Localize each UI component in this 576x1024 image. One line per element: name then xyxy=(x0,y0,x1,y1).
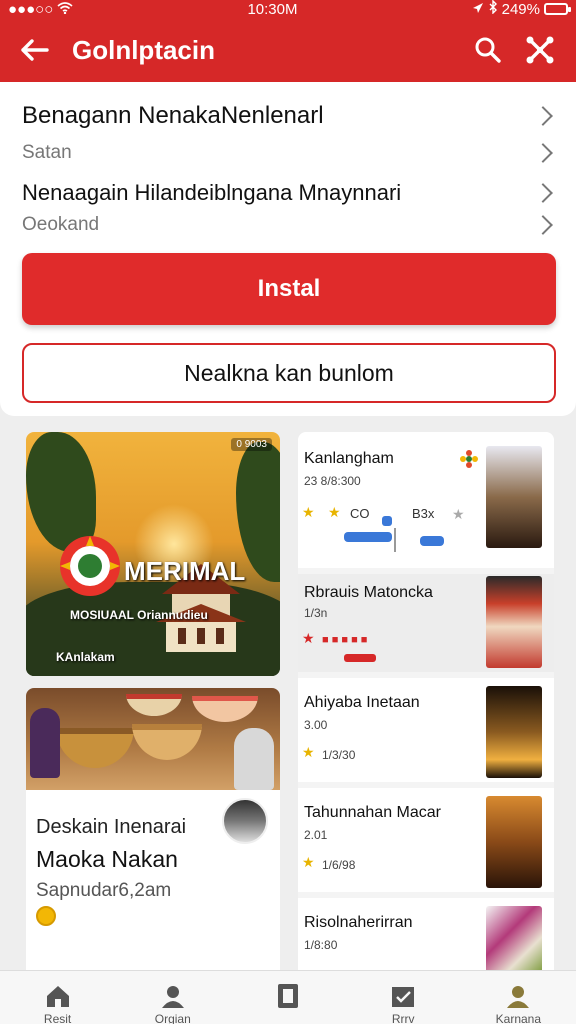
tag-chip xyxy=(344,532,392,542)
food-card-heading: Maoka Nakan xyxy=(36,846,178,872)
list-item-meta: 3.00 xyxy=(304,718,328,732)
share-network-icon xyxy=(526,36,554,64)
info-row-subtitle: Satan xyxy=(22,142,72,163)
nav-profile[interactable]: Karnana xyxy=(478,983,558,1024)
list-item[interactable]: Ahiyaba Inetaan 3.00 ★ 1/3/30 xyxy=(298,678,554,782)
star-icon: ★ xyxy=(302,854,315,870)
chevron-right-icon xyxy=(533,215,553,235)
chevron-right-icon xyxy=(533,183,553,203)
tablet-icon xyxy=(274,983,302,1009)
search-button[interactable] xyxy=(466,28,510,72)
arrow-left-icon xyxy=(21,39,49,61)
info-row-subtitle: Oeokand xyxy=(22,214,100,235)
list-item-thumbnail xyxy=(486,906,542,974)
list-item[interactable]: Tahunnahan Macar 2.01 ★ 1/6/98 xyxy=(298,788,554,892)
nav-profile-label: Karnana xyxy=(495,1012,542,1024)
wifi-icon xyxy=(57,1,73,18)
list-item-title: Ahiyaba Inetaan xyxy=(304,694,420,711)
chevron-right-icon xyxy=(533,106,553,126)
battery-icon xyxy=(543,3,571,15)
list-item-thumbnail xyxy=(486,796,542,888)
list-item[interactable]: Kanlangham 23 8/8:300 ★ ★ CO B3x ★ xyxy=(298,432,554,568)
star-icon: ★ xyxy=(302,744,315,760)
info-row-title: Benagann NenakaNenlenarl xyxy=(22,102,324,129)
back-button[interactable] xyxy=(14,30,54,70)
star-icon: ★ xyxy=(302,504,315,520)
list-item-meta: 1/8:80 xyxy=(304,938,338,952)
list-item[interactable]: Rbrauis Matoncka 1/3n ★ ■ ■ ■ ■ ■ xyxy=(298,574,554,672)
food-feature-card[interactable]: Deskain Inenarai Maoka Nakan Sapnudar6,2… xyxy=(26,688,280,978)
author-avatar[interactable] xyxy=(222,798,268,844)
list-item-title: Risolnaherirran xyxy=(304,914,413,931)
rating-chip: CO xyxy=(350,506,370,521)
secondary-button[interactable]: Nealkna kan bunlom xyxy=(22,343,556,403)
food-card-subtitle: Sapnudar6,2am xyxy=(36,880,172,901)
info-row-1[interactable]: Benagann NenakaNenlenarl xyxy=(22,102,556,130)
list-item-count: 1/3/30 xyxy=(322,748,356,762)
page-title: Golnlptacin xyxy=(72,34,215,65)
search-icon xyxy=(475,37,501,63)
list-item-count: 1/6/98 xyxy=(322,858,356,872)
info-row-2[interactable]: Nenaagain Hilandeiblngana Mnaynnari xyxy=(22,180,556,206)
status-time: 10:30M xyxy=(247,0,298,18)
star-icon: ★ xyxy=(328,504,341,520)
list-item-title: Rbrauis Matoncka xyxy=(304,584,433,601)
tag-chip xyxy=(344,654,376,662)
list-item-meta: 2.01 xyxy=(304,828,328,842)
rating-value: B3x xyxy=(412,506,435,521)
info-row-2-sub[interactable]: Oeokand xyxy=(22,214,556,236)
hero-logo-text: MERIMAL xyxy=(124,556,246,586)
app-bar: Golnlptacin xyxy=(0,18,576,82)
battery-percent: 249% xyxy=(501,0,540,18)
list-item-meta: 1/3n xyxy=(304,606,328,620)
info-row-1-sub[interactable]: Satan xyxy=(22,142,556,164)
location-icon xyxy=(472,1,484,18)
brand-logo xyxy=(60,536,120,596)
hero-badge: 0 9003 xyxy=(231,438,272,451)
bluetooth-icon xyxy=(488,0,498,18)
list-item-thumbnail xyxy=(486,446,542,548)
chevron-right-icon xyxy=(533,143,553,163)
info-row-title: Nenaagain Hilandeiblngana Mnaynnari xyxy=(22,180,402,205)
tag-icon xyxy=(382,516,392,526)
divider xyxy=(394,528,396,552)
nav-home-label: Resit xyxy=(43,1012,72,1024)
list-item-title: Tahunnahan Macar xyxy=(304,804,441,821)
list-item-thumbnail xyxy=(486,686,542,778)
nav-schedule[interactable]: Rrrv xyxy=(363,983,443,1024)
share-button[interactable] xyxy=(518,28,562,72)
person-icon xyxy=(159,983,187,1009)
star-icon: ★ xyxy=(302,630,315,646)
hero-caption: KAnlakam xyxy=(56,650,115,664)
list-item-thumbnail xyxy=(486,576,542,668)
nav-account[interactable]: Orgian xyxy=(133,983,213,1024)
bottom-navigation: Resit Orgian Rrrv Karnana xyxy=(0,970,576,1024)
list-item-meta: 23 8/8:300 xyxy=(304,474,361,488)
nav-schedule-label: Rrrv xyxy=(391,1012,415,1024)
food-image xyxy=(26,688,280,790)
nav-home[interactable]: Resit xyxy=(18,983,98,1024)
nav-account-label: Orgian xyxy=(154,1012,191,1024)
hero-subtitle: MOSIUAAL Oriannudieu xyxy=(70,608,208,622)
featured-hero-card[interactable]: 0 9003 MERIMAL MOSIUAAL Oriannudieu KAnl… xyxy=(26,432,280,676)
install-button[interactable]: Instal xyxy=(22,253,556,325)
star-outline-icon: ★ xyxy=(452,506,465,522)
related-list: Kanlangham 23 8/8:300 ★ ★ CO B3x ★ Rbrau… xyxy=(298,432,554,978)
food-card-title: Deskain Inenarai xyxy=(36,816,187,838)
tag-chip xyxy=(420,536,444,546)
hero-image xyxy=(26,432,280,676)
list-item-title: Kanlangham xyxy=(304,450,394,467)
tag-label: ■ ■ ■ ■ ■ xyxy=(322,634,368,646)
calendar-check-icon xyxy=(389,983,417,1009)
list-item[interactable]: Risolnaherirran 1/8:80 xyxy=(298,898,554,978)
flower-icon xyxy=(460,450,478,468)
coin-icon xyxy=(36,906,56,926)
signal-icon: ●●●○○ xyxy=(8,0,54,18)
status-bar: ●●●○○ 10:30M 249% xyxy=(0,0,576,18)
home-icon xyxy=(44,983,72,1009)
profile-icon xyxy=(504,983,532,1009)
nav-library[interactable] xyxy=(248,983,328,1012)
